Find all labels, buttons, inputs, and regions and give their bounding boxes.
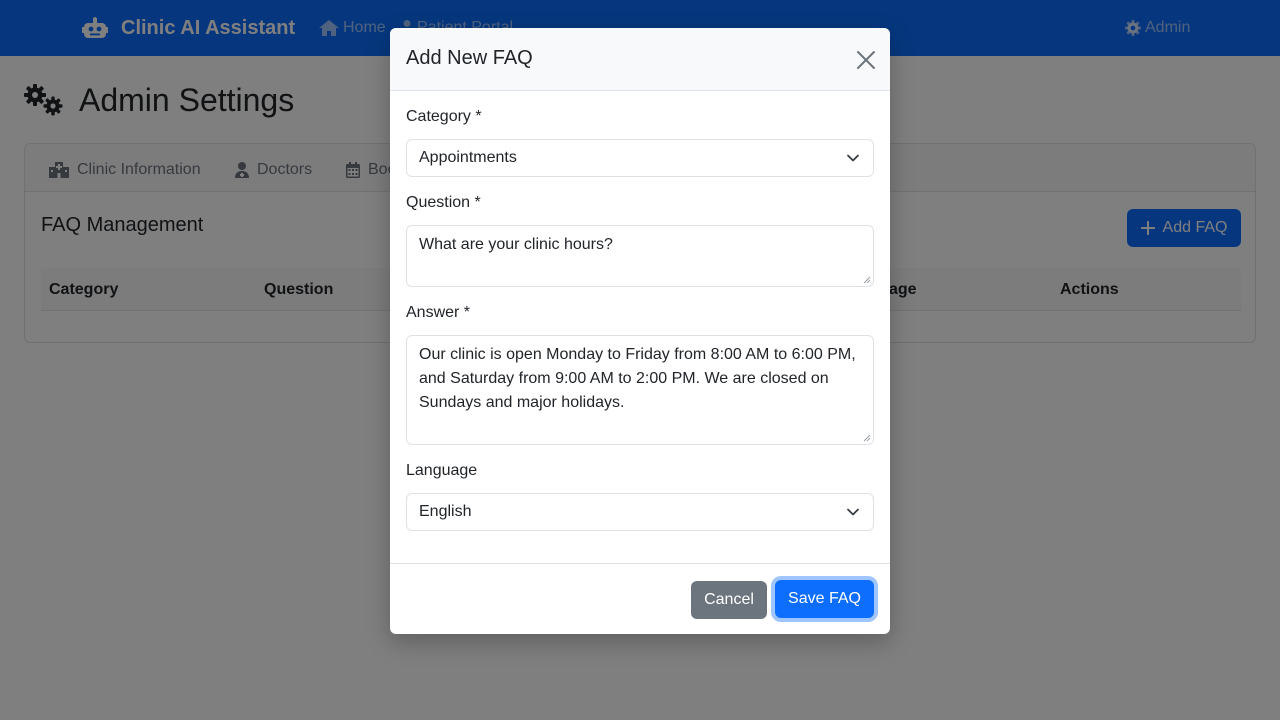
answer-label: Answer * bbox=[406, 304, 471, 321]
question-textarea[interactable]: What are your clinic hours? bbox=[406, 225, 874, 287]
category-label: Category * bbox=[406, 108, 482, 125]
resize-grip-icon[interactable] bbox=[863, 276, 871, 284]
language-select[interactable]: English bbox=[406, 493, 874, 531]
answer-textarea[interactable]: Our clinic is open Monday to Friday from… bbox=[406, 335, 874, 445]
resize-grip-icon[interactable] bbox=[863, 434, 871, 442]
modal-footer: Cancel Save FAQ bbox=[390, 563, 890, 634]
modal-header: Add New FAQ bbox=[390, 28, 890, 91]
save-faq-button[interactable]: Save FAQ bbox=[775, 580, 874, 618]
language-value: English bbox=[419, 503, 472, 520]
question-value: What are your clinic hours? bbox=[419, 236, 613, 253]
chevron-down-icon bbox=[847, 508, 859, 516]
category-select[interactable]: Appointments bbox=[406, 139, 874, 177]
close-icon bbox=[857, 51, 875, 69]
question-label: Question * bbox=[406, 194, 481, 211]
answer-value: Our clinic is open Monday to Friday from… bbox=[419, 346, 856, 411]
close-button[interactable] bbox=[855, 49, 877, 71]
category-value: Appointments bbox=[419, 149, 517, 166]
chevron-down-icon bbox=[847, 154, 859, 162]
modal-title: Add New FAQ bbox=[406, 47, 533, 69]
add-faq-modal: Add New FAQ Category * Appointments Ques… bbox=[390, 28, 890, 634]
language-label: Language bbox=[406, 462, 478, 479]
cancel-button[interactable]: Cancel bbox=[691, 581, 767, 619]
